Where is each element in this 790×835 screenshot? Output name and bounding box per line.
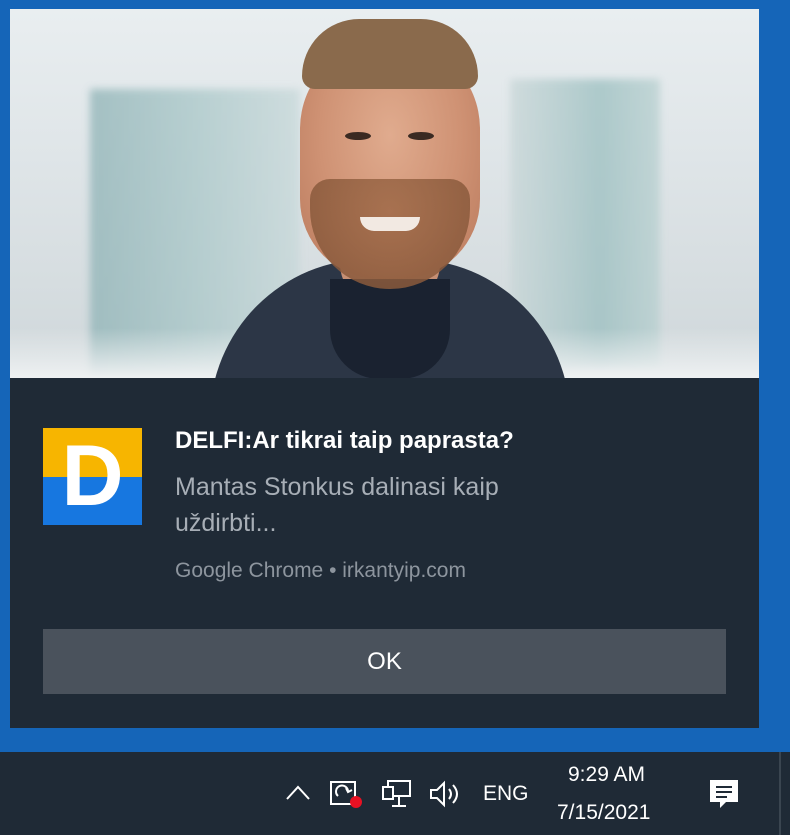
action-center-icon[interactable] [707,777,741,811]
clock-date[interactable]: 7/15/2021 [557,801,650,825]
taskbar: ENG 9:29 AM 7/15/2021 [0,752,790,835]
network-icon[interactable] [380,778,414,810]
ok-button[interactable]: OK [43,629,726,694]
delfi-logo-icon: D [43,428,142,525]
notification-title: DELFI:Ar tikrai taip paprasta? [175,427,514,454]
chevron-up-icon[interactable] [284,782,312,802]
chrome-notification-toast[interactable]: D DELFI:Ar tikrai taip paprasta? Mantas … [10,9,759,728]
language-indicator[interactable]: ENG [483,782,529,806]
clock-time[interactable]: 9:29 AM [568,763,645,787]
volume-icon[interactable] [428,778,464,810]
notification-body: Mantas Stonkus dalinasi kaip uždirbti... [175,473,499,537]
show-desktop-divider[interactable] [779,752,781,835]
chrome-sync-icon[interactable] [328,776,364,812]
notification-source: Google Chrome • irkantyip.com [175,559,466,582]
notification-hero-image [10,9,759,378]
